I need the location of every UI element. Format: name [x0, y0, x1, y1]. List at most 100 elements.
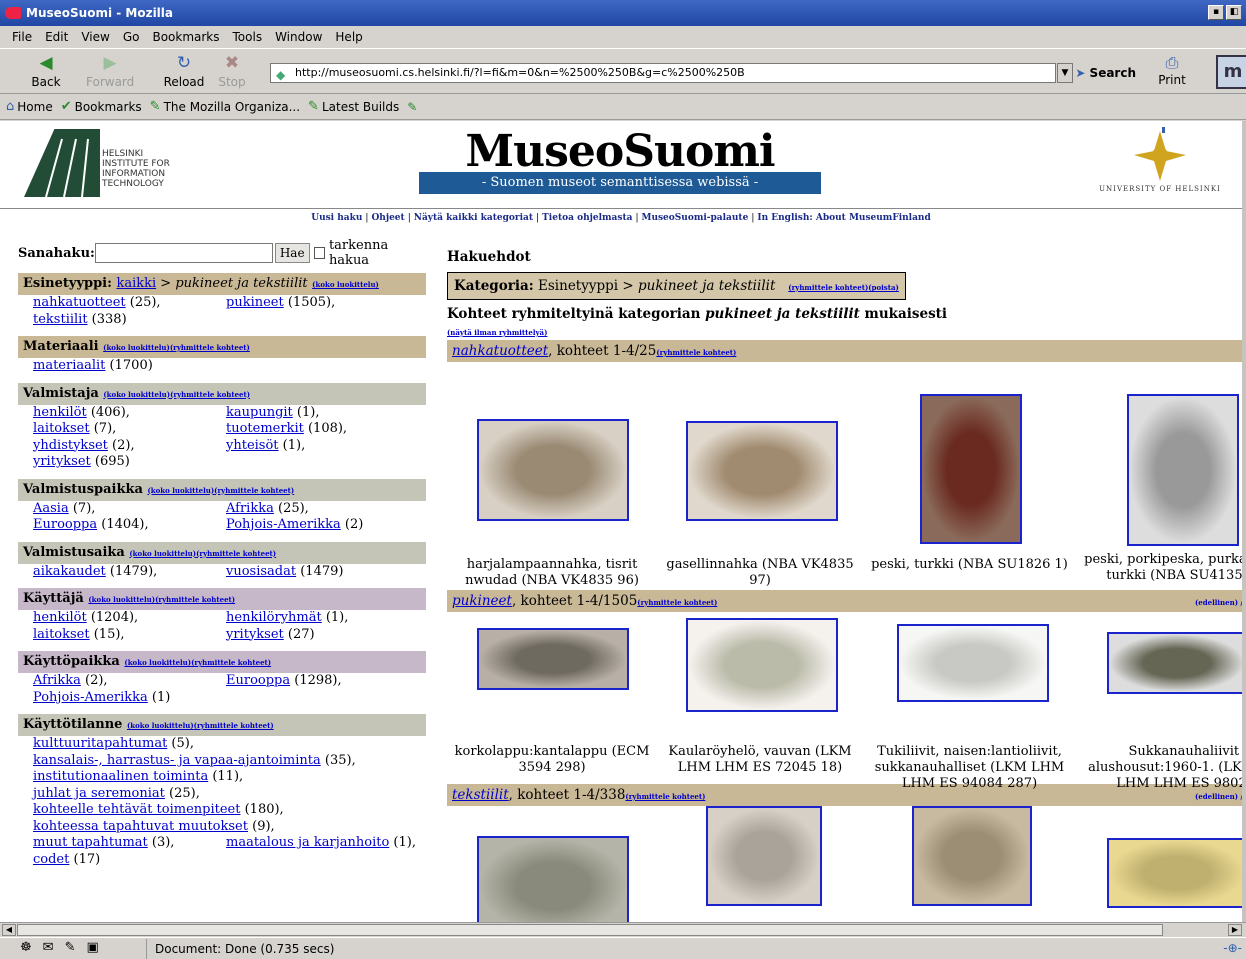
remove-link[interactable]: (poista) — [868, 283, 899, 292]
navigator-icon[interactable]: ☸ — [20, 938, 32, 958]
facet-item-link[interactable]: codet — [33, 852, 69, 867]
item-caption[interactable]: korkolappu:kantalappu (ECM 3594 298) — [447, 744, 657, 776]
scroll-right-icon[interactable]: ▶ — [1228, 924, 1242, 936]
menu-bookmarks[interactable]: Bookmarks — [148, 30, 228, 44]
item-thumbnail[interactable] — [912, 806, 1032, 906]
top-link[interactable]: Ohjeet — [371, 213, 404, 223]
facet-item-link[interactable]: tuotemerkit — [226, 421, 304, 436]
bookmark-item[interactable]: ✔ Bookmarks — [61, 99, 142, 114]
minimize-button[interactable]: ▪ — [1208, 5, 1224, 20]
bookmark-item[interactable]: ✎ Latest Builds — [308, 99, 399, 114]
vertical-scrollbar[interactable] — [1242, 121, 1246, 922]
facet-item-link[interactable]: henkilöt — [33, 610, 87, 625]
stop-button[interactable]: ✖ Stop — [212, 53, 252, 89]
item-thumbnail[interactable] — [1127, 394, 1239, 546]
full-classification-link[interactable]: (koko luokittelu) — [147, 486, 214, 495]
facet-item-link[interactable]: laitokset — [33, 627, 90, 642]
item-thumbnail[interactable] — [477, 836, 629, 922]
item-thumbnail[interactable] — [1107, 838, 1242, 908]
top-link[interactable]: Tietoa ohjelmasta — [542, 213, 632, 223]
show-ungrouped-link[interactable]: (näytä ilman ryhmittelyä) — [447, 328, 1242, 340]
facet-item-link[interactable]: kulttuuritapahtumat — [33, 736, 167, 751]
item-thumbnail[interactable] — [477, 419, 629, 521]
facet-item-link[interactable]: Afrikka — [33, 673, 81, 688]
facet-item-link[interactable]: yritykset — [33, 454, 91, 469]
facet-item-link[interactable]: maatalous ja karjanhoito — [226, 835, 389, 850]
horizontal-scrollbar[interactable]: ◀ ▶ — [0, 922, 1246, 937]
facet-item-link[interactable]: kohteelle tehtävät toimenpiteet — [33, 802, 240, 817]
composer-icon[interactable]: ✎ — [65, 938, 76, 958]
item-thumbnail[interactable] — [897, 624, 1049, 702]
maximize-button[interactable]: ◧ — [1226, 5, 1242, 20]
item-thumbnail[interactable] — [686, 421, 838, 521]
facet-item-link[interactable]: kansalais-, harrastus- ja vapaa-ajantoim… — [33, 753, 321, 768]
print-button[interactable]: ⎙ Print — [1152, 53, 1192, 87]
full-classification-link[interactable]: (koko luokittelu) — [103, 343, 170, 352]
menu-tools[interactable]: Tools — [229, 30, 272, 44]
menu-go[interactable]: Go — [119, 30, 149, 44]
menu-file[interactable]: File — [8, 30, 41, 44]
reload-button[interactable]: ↻ Reload — [160, 53, 208, 89]
group-items-link[interactable]: (ryhmittele kohteet) — [656, 348, 736, 357]
top-link[interactable]: Näytä kaikki kategoriat — [414, 213, 533, 223]
item-thumbnail[interactable] — [706, 806, 822, 906]
menu-help[interactable]: Help — [331, 30, 371, 44]
item-caption[interactable]: Kaularöyhelö, vauvan (LKM LHM LHM ES 720… — [660, 744, 860, 776]
facet-item-link[interactable]: institutionaalinen toiminta — [33, 769, 208, 784]
facet-item-link[interactable]: henkilöt — [33, 405, 87, 420]
full-classification-link[interactable]: (koko luokittelu) — [103, 390, 170, 399]
facet-item-link[interactable]: Afrikka — [226, 501, 274, 516]
item-thumbnail[interactable] — [1107, 632, 1242, 694]
facet-item-link[interactable]: yritykset — [226, 627, 284, 642]
url-input[interactable]: ◆ http://museosuomi.cs.helsinki.fi/?l=fi&… — [270, 63, 1056, 83]
item-caption[interactable]: harjalampaannahka, tisrit nwudad (NBA VK… — [447, 557, 657, 589]
group-items-link[interactable]: (ryhmittele kohteet) — [214, 486, 294, 495]
group-items-link[interactable]: (ryhmittele kohteet) — [194, 721, 274, 730]
full-classification-link[interactable]: (koko luokittelu) — [88, 595, 155, 604]
refine-checkbox[interactable] — [313, 247, 325, 259]
section-link[interactable]: tekstiilit — [452, 787, 509, 803]
item-caption[interactable]: peski, turkki (NBA SU1826 1) — [867, 557, 1072, 573]
top-link[interactable]: In English: About MuseumFinland — [757, 213, 930, 223]
mail-icon[interactable]: ✉ — [43, 938, 54, 958]
group-items-link[interactable]: (ryhmittele kohteet) — [170, 343, 250, 352]
facet-item-link[interactable]: Pohjois-Amerikka — [33, 690, 148, 705]
item-thumbnail[interactable] — [477, 628, 629, 690]
facet-item-link[interactable]: henkilöryhmät — [226, 610, 322, 625]
menu-view[interactable]: View — [77, 30, 118, 44]
top-link[interactable]: MuseoSuomi-palaute — [641, 213, 748, 223]
facet-item-link[interactable]: Eurooppa — [33, 517, 97, 532]
forward-button[interactable]: ▶ Forward — [86, 53, 134, 89]
bookmark-item[interactable]: ⌂ Home — [6, 99, 53, 114]
previous-link[interactable]: (edellinen) / — [1195, 598, 1242, 607]
facet-item-link[interactable]: laitokset — [33, 421, 90, 436]
previous-link[interactable]: (edellinen) / — [1195, 792, 1242, 801]
facet-item-link[interactable]: yhteisöt — [226, 438, 279, 453]
facet-item-link[interactable]: yhdistykset — [33, 438, 108, 453]
group-items-link[interactable]: (ryhmittele kohteet) — [155, 595, 235, 604]
top-link[interactable]: Uusi haku — [311, 213, 362, 223]
scroll-thumb[interactable] — [17, 924, 1163, 936]
group-items-link[interactable]: (ryhmittele kohteet) — [170, 390, 250, 399]
full-classification-link[interactable]: (koko luokittelu) — [127, 721, 194, 730]
section-link[interactable]: nahkatuotteet — [452, 343, 548, 359]
facet-item-link[interactable]: pukineet — [226, 295, 284, 310]
group-items-link[interactable]: (ryhmittele kohteet) — [196, 549, 276, 558]
item-caption[interactable]: Tukiliivit, naisen:lantioliivit, sukkana… — [867, 744, 1072, 792]
facet-item-link[interactable]: tekstiilit — [33, 312, 88, 327]
facet-item-link[interactable]: Aasia — [33, 501, 69, 516]
menu-edit[interactable]: Edit — [41, 30, 77, 44]
back-button[interactable]: ◀ Back — [22, 53, 70, 89]
facet-item-link[interactable]: kaupungit — [226, 405, 293, 420]
item-caption[interactable]: gasellinnahka (NBA VK4835 97) — [660, 557, 860, 589]
search-input[interactable] — [94, 243, 273, 263]
facet-all-link[interactable]: kaikki — [116, 276, 156, 291]
scroll-left-icon[interactable]: ◀ — [2, 924, 16, 936]
full-classification-link[interactable]: (koko luokittelu) — [129, 549, 196, 558]
facet-item-link[interactable]: Pohjois-Amerikka — [226, 517, 341, 532]
facet-item-link[interactable]: kohteessa tapahtuvat muutokset — [33, 819, 248, 834]
facet-item-link[interactable]: juhlat ja seremoniat — [33, 786, 165, 801]
item-thumbnail[interactable] — [686, 618, 838, 712]
search-button[interactable]: ➤ Search — [1064, 62, 1140, 84]
group-items-link[interactable]: (ryhmittele kohteet) — [788, 283, 868, 292]
